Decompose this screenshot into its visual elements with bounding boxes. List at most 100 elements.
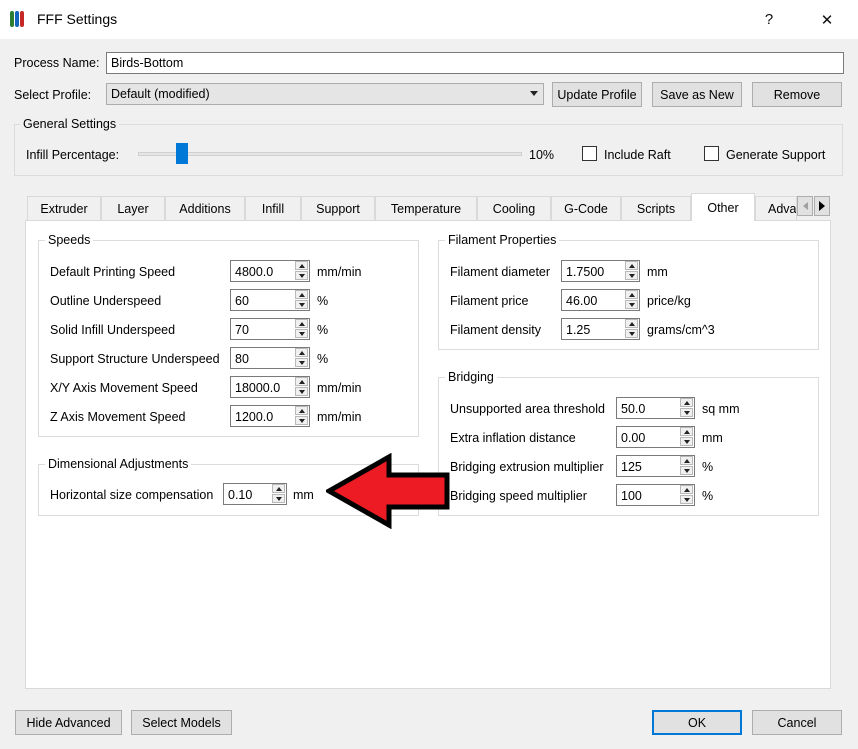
default-printing-speed-spinbox[interactable]: 4800.0 bbox=[230, 260, 310, 282]
app-icon bbox=[10, 10, 28, 28]
tab-layer[interactable]: Layer bbox=[101, 196, 165, 220]
update-profile-button[interactable]: Update Profile bbox=[552, 82, 642, 107]
spin-down-button[interactable] bbox=[295, 271, 308, 280]
spinbox-value: 0.00 bbox=[621, 431, 646, 445]
bridging-row-unit: mm bbox=[702, 431, 723, 445]
bridging-speed-multiplier-spinbox[interactable]: 100 bbox=[616, 484, 695, 506]
spinbox-value: 1200.0 bbox=[235, 410, 274, 424]
spin-down-button[interactable] bbox=[680, 495, 693, 504]
spin-down-button[interactable] bbox=[680, 408, 693, 417]
spinbox-value: 125 bbox=[621, 460, 642, 474]
hide-advanced-button[interactable]: Hide Advanced bbox=[15, 710, 122, 735]
generate-support-checkbox[interactable] bbox=[704, 146, 719, 161]
tab-support[interactable]: Support bbox=[301, 196, 375, 220]
tab-scroll-right-button[interactable] bbox=[814, 196, 830, 216]
spin-up-button[interactable] bbox=[680, 485, 693, 494]
dimensional-row-unit: mm bbox=[293, 488, 314, 502]
infill-slider-handle[interactable] bbox=[176, 143, 189, 164]
window-title: FFF Settings bbox=[37, 11, 118, 27]
spin-down-button[interactable] bbox=[625, 329, 638, 338]
bridging-row-unit: % bbox=[702, 489, 714, 503]
spin-down-button[interactable] bbox=[295, 387, 308, 396]
general-settings-title: General Settings bbox=[20, 117, 120, 131]
spin-down-button[interactable] bbox=[295, 358, 308, 367]
z-axis-movement-speed-spinbox[interactable]: 1200.0 bbox=[230, 405, 310, 427]
filament-row-label: Filament density bbox=[450, 323, 542, 337]
spin-down-button[interactable] bbox=[295, 300, 308, 309]
solid-infill-underspeed-spinbox[interactable]: 70 bbox=[230, 318, 310, 340]
spin-up-button[interactable] bbox=[680, 456, 693, 465]
spinbox-value: 1.7500 bbox=[566, 265, 605, 279]
tab-temperature[interactable]: Temperature bbox=[375, 196, 477, 220]
filament-properties-title: Filament Properties bbox=[445, 233, 560, 247]
spin-up-button[interactable] bbox=[625, 261, 638, 270]
select-profile-label: Select Profile: bbox=[14, 88, 92, 102]
spin-down-button[interactable] bbox=[625, 300, 638, 309]
filament-density-spinbox[interactable]: 1.25 bbox=[561, 318, 640, 340]
tab-extruder[interactable]: Extruder bbox=[27, 196, 101, 220]
filament-row-unit: mm bbox=[647, 265, 668, 279]
speeds-row-unit: % bbox=[317, 294, 329, 308]
filament-price-spinbox[interactable]: 46.00 bbox=[561, 289, 640, 311]
outline-underspeed-spinbox[interactable]: 60 bbox=[230, 289, 310, 311]
remove-button[interactable]: Remove bbox=[752, 82, 842, 107]
spin-down-button[interactable] bbox=[625, 271, 638, 280]
spinbox-value: 80 bbox=[235, 352, 249, 366]
xy-axis-movement-speed-spinbox[interactable]: 18000.0 bbox=[230, 376, 310, 398]
dimensional-row-label: Horizontal size compensation bbox=[50, 488, 214, 502]
process-name-input[interactable]: Birds-Bottom bbox=[106, 52, 844, 74]
spin-up-button[interactable] bbox=[295, 290, 308, 299]
spin-up-button[interactable] bbox=[295, 377, 308, 386]
tab-scripts[interactable]: Scripts bbox=[621, 196, 691, 220]
spin-up-button[interactable] bbox=[625, 290, 638, 299]
spin-down-button[interactable] bbox=[295, 416, 308, 425]
spin-down-button[interactable] bbox=[295, 329, 308, 338]
tab-g-code[interactable]: G-Code bbox=[551, 196, 621, 220]
tab-other[interactable]: Other bbox=[691, 193, 755, 221]
spin-up-button[interactable] bbox=[272, 484, 285, 493]
bridging-row-label: Bridging extrusion multiplier bbox=[450, 460, 604, 474]
profile-dropdown[interactable]: Default (modified) bbox=[106, 83, 544, 105]
spin-down-button[interactable] bbox=[272, 494, 285, 503]
spinbox-value: 0.10 bbox=[228, 488, 253, 502]
bridging-extrusion-multiplier-spinbox[interactable]: 125 bbox=[616, 455, 695, 477]
tab-infill[interactable]: Infill bbox=[245, 196, 301, 220]
spin-up-button[interactable] bbox=[295, 348, 308, 357]
chevron-down-icon bbox=[530, 91, 538, 96]
unsupported-area-threshold-spinbox[interactable]: 50.0 bbox=[616, 397, 695, 419]
speeds-row-label: Z Axis Movement Speed bbox=[50, 410, 186, 424]
filament-diameter-spinbox[interactable]: 1.7500 bbox=[561, 260, 640, 282]
spin-down-button[interactable] bbox=[680, 466, 693, 475]
speeds-row-label: Support Structure Underspeed bbox=[50, 352, 220, 366]
tab-cooling[interactable]: Cooling bbox=[477, 196, 551, 220]
process-name-label: Process Name: bbox=[14, 56, 100, 70]
horizontal-size-compensation-spinbox[interactable]: 0.10 bbox=[223, 483, 287, 505]
close-button[interactable]: ✕ bbox=[804, 0, 850, 39]
spinbox-value: 70 bbox=[235, 323, 249, 337]
select-models-button[interactable]: Select Models bbox=[131, 710, 232, 735]
include-raft-checkbox[interactable] bbox=[582, 146, 597, 161]
spin-up-button[interactable] bbox=[295, 261, 308, 270]
tab-advanced[interactable]: Adva bbox=[755, 196, 797, 220]
help-button[interactable]: ? bbox=[746, 0, 792, 39]
spin-up-button[interactable] bbox=[680, 398, 693, 407]
speeds-row-label: X/Y Axis Movement Speed bbox=[50, 381, 198, 395]
generate-support-label: Generate Support bbox=[726, 148, 826, 162]
tab-scroll-left-button[interactable] bbox=[797, 196, 813, 216]
spin-up-button[interactable] bbox=[295, 319, 308, 328]
tab-additions[interactable]: Additions bbox=[165, 196, 245, 220]
spinbox-value: 60 bbox=[235, 294, 249, 308]
support-structure-underspeed-spinbox[interactable]: 80 bbox=[230, 347, 310, 369]
title-bar: FFF Settings ? ✕ bbox=[0, 0, 858, 39]
spin-up-button[interactable] bbox=[625, 319, 638, 328]
spin-down-button[interactable] bbox=[680, 437, 693, 446]
spin-up-button[interactable] bbox=[295, 406, 308, 415]
infill-slider-track[interactable] bbox=[138, 152, 522, 156]
save-as-new-button[interactable]: Save as New bbox=[652, 82, 742, 107]
spinbox-value: 46.00 bbox=[566, 294, 598, 308]
ok-button[interactable]: OK bbox=[652, 710, 742, 735]
cancel-button[interactable]: Cancel bbox=[752, 710, 842, 735]
extra-inflation-distance-spinbox[interactable]: 0.00 bbox=[616, 426, 695, 448]
speeds-title: Speeds bbox=[45, 233, 94, 247]
spin-up-button[interactable] bbox=[680, 427, 693, 436]
